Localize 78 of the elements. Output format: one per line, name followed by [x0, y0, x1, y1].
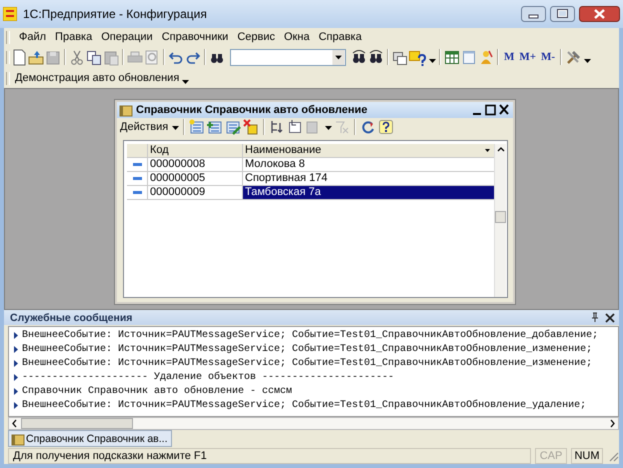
- horizontal-scrollbar[interactable]: [8, 417, 619, 430]
- scroll-up-icon[interactable]: [496, 146, 504, 153]
- status-text: Для получения подсказки нажмите F1: [8, 448, 531, 464]
- help-icon[interactable]: [378, 119, 394, 135]
- add-group-icon[interactable]: [207, 119, 224, 135]
- app-logo-icon: [3, 7, 17, 21]
- menu-item[interactable]: Правка: [55, 31, 92, 43]
- toolbar-button[interactable]: Демонстрация авто обновления: [15, 72, 180, 84]
- table-cell[interactable]: Тамбовская 7а: [243, 186, 494, 199]
- caret-icon[interactable]: [182, 80, 190, 84]
- window-title: 1С:Предприятие - Конфигурация: [23, 7, 207, 21]
- delete-item-icon[interactable]: [243, 119, 260, 135]
- resize-grip-icon[interactable]: [607, 450, 619, 462]
- minimize-icon[interactable]: [521, 6, 546, 22]
- refresh-icon[interactable]: [360, 119, 376, 135]
- menu-item[interactable]: Операции: [101, 31, 153, 43]
- message-text: ВнешнееСобытие: Источник=PAUTMessageService; Событие=Test01_СправочникАвтоОбновление_удаление;: [22, 400, 586, 410]
- edit-item-icon[interactable]: [225, 119, 242, 135]
- text-document-icon[interactable]: [461, 48, 477, 66]
- vertical-scrollbar[interactable]: [494, 144, 506, 297]
- help-icon[interactable]: [409, 48, 426, 66]
- new-document-icon[interactable]: [11, 48, 27, 66]
- add-item-icon[interactable]: [189, 119, 206, 135]
- table-cell: 000000005: [148, 172, 243, 185]
- menu-item[interactable]: Сервис: [237, 31, 275, 43]
- message-text: Справочник Справочник авто обновление - ссмсм: [22, 386, 292, 396]
- menu-item[interactable]: Справка: [318, 31, 362, 43]
- catalog-icon: [119, 103, 133, 117]
- table-cell[interactable]: Спортивная 174: [243, 172, 494, 185]
- sort-arrow-icon[interactable]: [485, 149, 490, 152]
- close-icon[interactable]: [499, 104, 509, 116]
- caret-icon[interactable]: [172, 126, 180, 130]
- caret-icon[interactable]: [325, 126, 332, 130]
- close-icon[interactable]: [579, 6, 620, 22]
- message-text: ВнешнееСобытие: Источник=PAUTMessageService; Событие=Test01_СправочникАвтоОбновление_изменение;: [22, 358, 592, 368]
- search-field[interactable]: [230, 48, 346, 66]
- maximize-icon[interactable]: [550, 6, 575, 22]
- scroll-thumb[interactable]: [495, 211, 506, 223]
- message-text: --------------------- Удаление объектов ----------------------: [22, 372, 394, 382]
- copy-icon[interactable]: [86, 48, 102, 66]
- close-icon[interactable]: [605, 312, 615, 322]
- column-header-label: Наименование: [245, 144, 322, 157]
- column-header[interactable]: Код: [148, 144, 243, 157]
- child-window-title: Справочник Справочник авто обновление: [136, 104, 368, 116]
- row-marker-icon: [132, 177, 142, 180]
- open-file-icon[interactable]: [28, 48, 44, 66]
- menu-item[interactable]: Окна: [284, 31, 310, 43]
- row-marker-icon: [132, 163, 142, 166]
- message-text: ВнешнееСобытие: Источник=PAUTMessageService; Событие=Test01_СправочникАвтоОбновление_изменение;: [22, 344, 592, 354]
- table-cell: 000000008: [148, 158, 243, 171]
- row-marker-icon: [132, 191, 142, 194]
- scroll-right-icon[interactable]: [609, 419, 616, 428]
- hierarchy-icon[interactable]: [269, 119, 286, 135]
- table-cell[interactable]: Молокова 8: [243, 158, 494, 171]
- person-icon[interactable]: [478, 48, 494, 66]
- spreadsheet-icon[interactable]: [444, 48, 460, 66]
- menu-item[interactable]: Файл: [19, 31, 46, 43]
- window-tab[interactable]: Справочник Справочник ав...: [8, 430, 172, 447]
- tree-view-icon[interactable]: [287, 119, 304, 135]
- tools-icon[interactable]: [565, 48, 582, 66]
- memory-button[interactable]: M-: [539, 51, 558, 63]
- memory-button[interactable]: M+: [517, 51, 538, 63]
- message-text: ВнешнееСобытие: Источник=PAUTMessageService; Событие=Test01_СправочникАвтоОбновление_добавление;: [22, 330, 598, 340]
- maximize-icon[interactable]: [485, 104, 496, 116]
- key-indicator: CAP: [535, 448, 567, 464]
- actions-menu-button[interactable]: Действия: [120, 121, 168, 133]
- caret-icon[interactable]: [584, 59, 592, 63]
- caret-icon[interactable]: [429, 59, 436, 63]
- memory-button[interactable]: M: [502, 51, 516, 63]
- menu-item[interactable]: Справочники: [162, 31, 228, 43]
- find-previous-icon[interactable]: [368, 48, 384, 66]
- scroll-left-icon[interactable]: [11, 419, 18, 428]
- pin-icon[interactable]: [590, 312, 600, 323]
- panel-title: Служебные сообщения: [10, 312, 132, 324]
- key-indicator: NUM: [571, 448, 603, 464]
- cut-icon[interactable]: [69, 48, 85, 66]
- catalog-icon: [11, 432, 25, 446]
- find-next-icon[interactable]: [351, 48, 367, 66]
